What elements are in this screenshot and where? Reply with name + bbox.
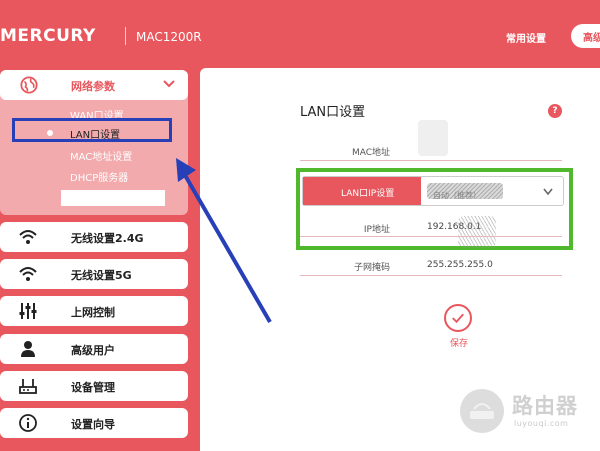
logo-divider xyxy=(125,27,126,45)
mac-address-label: MAC地址 xyxy=(351,148,390,158)
lan-ip-setting-value-text: 自动（推荐） xyxy=(433,191,481,199)
common-settings-link[interactable]: 常用设置 xyxy=(506,30,546,45)
mac-address-underline xyxy=(300,160,562,161)
submenu-mac[interactable]: MAC地址设置 xyxy=(70,148,132,163)
sidebar-item-device-management[interactable]: 设备管理 xyxy=(0,371,188,401)
save-button[interactable] xyxy=(444,304,472,332)
top-header: MERCURY MAC1200R 常用设置 高级 xyxy=(0,0,600,68)
sidebar-item-label: 设备管理 xyxy=(71,381,115,394)
ip-address-label: IP地址 xyxy=(363,225,390,235)
brand-logo: MERCURY xyxy=(0,26,96,46)
submenu-ip-mac-binding[interactable]: IP与MAC绑定 xyxy=(70,190,131,205)
sidebar-item-wifi-24g[interactable]: 无线设置2.4G xyxy=(0,222,188,252)
sidebar-item-wifi-5g[interactable]: 无线设置5G xyxy=(0,259,188,289)
ip-address-underline xyxy=(300,236,562,237)
network-params-header[interactable]: 网络参数 xyxy=(0,70,188,100)
model-name: MAC1200R xyxy=(136,30,202,44)
sidebar-item-access-control[interactable]: 上网控制 xyxy=(0,296,188,326)
wifi-icon xyxy=(19,230,37,244)
sliders-icon xyxy=(19,303,37,319)
blurred-region xyxy=(418,120,448,156)
submenu-dhcp[interactable]: DHCP服务器 xyxy=(70,169,128,184)
save-label: 保存 xyxy=(450,339,469,349)
advanced-settings-button[interactable]: 高级 xyxy=(571,24,600,48)
watermark-text: 路由器 xyxy=(512,394,578,418)
subnet-mask-label: 子网掩码 xyxy=(353,263,390,273)
wifi-icon xyxy=(19,267,37,281)
sidebar-item-label: 无线设置2.4G xyxy=(71,232,144,245)
info-icon xyxy=(19,414,37,432)
sidebar-item-advanced-user[interactable]: 高级用户 xyxy=(0,334,188,364)
sidebar-item-label: 高级用户 xyxy=(71,344,115,357)
sidebar-item-label: 无线设置5G xyxy=(71,269,132,282)
sidebar-item-label: 上网控制 xyxy=(71,306,115,319)
chevron-down-icon xyxy=(543,188,553,196)
sidebar-item-setup-wizard[interactable]: 设置向导 xyxy=(0,408,188,438)
watermark-logo-icon xyxy=(460,389,504,433)
sidebar-item-label: 设置向导 xyxy=(71,418,115,431)
chevron-down-icon xyxy=(163,80,175,88)
user-icon xyxy=(21,341,35,357)
help-icon[interactable]: ? xyxy=(548,104,562,118)
globe-icon xyxy=(20,76,38,94)
subnet-mask-underline xyxy=(300,275,562,276)
lan-ip-setting-select[interactable]: LAN口IP设置 自动（推荐） xyxy=(302,176,564,206)
check-icon xyxy=(452,313,464,324)
router-icon xyxy=(19,379,37,394)
annotation-blue-box xyxy=(12,118,172,142)
scribble-redaction xyxy=(458,216,496,248)
lan-ip-setting-label: LAN口IP设置 xyxy=(303,177,421,205)
network-params-label: 网络参数 xyxy=(71,80,115,93)
subnet-mask-value[interactable]: 255.255.255.0 xyxy=(427,260,493,270)
lan-ip-setting-value: 自动（推荐） xyxy=(427,183,503,199)
watermark-url: luyouqi.com xyxy=(514,419,569,428)
page-title: LAN口设置 xyxy=(300,105,366,120)
